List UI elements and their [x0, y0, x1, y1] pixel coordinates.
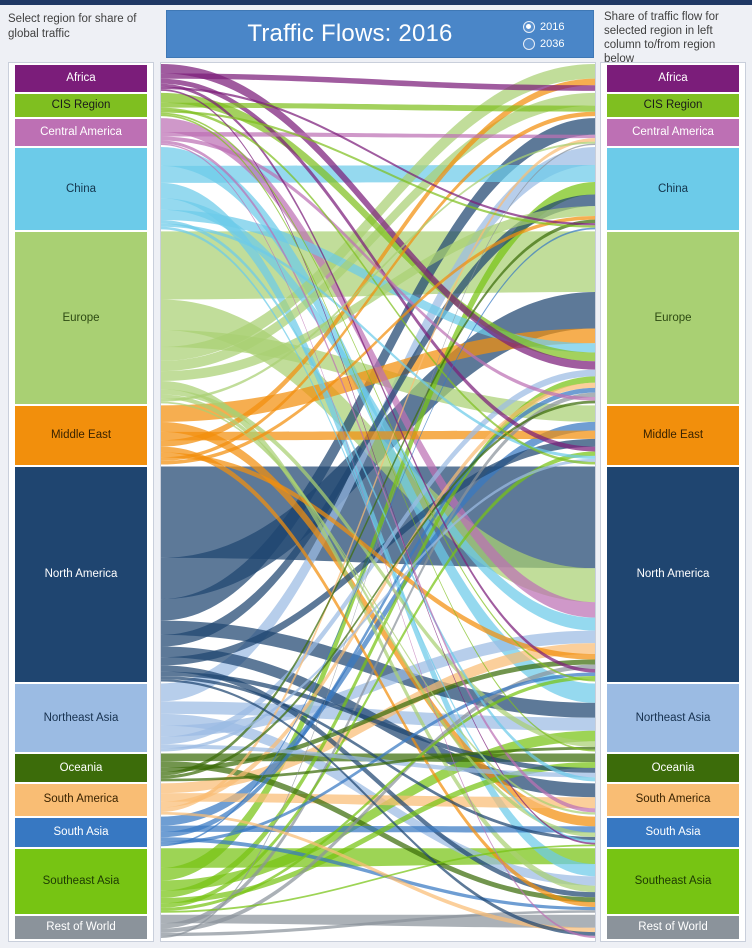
right-region-europe[interactable]: Europe [607, 232, 739, 405]
right-region-column: Africa CIS Region Central America China Euro… [600, 62, 746, 942]
left-region-label-china: China [65, 182, 97, 195]
right-region-south-asia[interactable]: South Asia [607, 817, 739, 848]
left-region-label-central-america: Central America [40, 126, 122, 139]
left-region-africa[interactable]: Africa [15, 65, 147, 92]
year-option-2016-label: 2016 [540, 20, 565, 33]
left-region-label-rest-of-world: Rest of World [46, 920, 116, 933]
left-region-label-south-america: South America [43, 793, 119, 806]
year-option-2036[interactable]: 2036 [523, 35, 585, 52]
radio-selected-icon [523, 20, 535, 33]
left-region-label-middle-east: Middle East [50, 429, 112, 442]
right-region-northeast-asia[interactable]: Northeast Asia [607, 684, 739, 753]
left-column-instruction: Select region for share of global traffi… [8, 13, 137, 40]
sankey-link-central-america-to-central-america[interactable] [161, 132, 595, 139]
right-region-label-central-america: Central America [632, 126, 714, 139]
radio-unselected-icon [523, 37, 535, 50]
left-region-north-america[interactable]: North America [15, 467, 147, 683]
left-region-label-northeast-asia: Northeast Asia [43, 711, 119, 724]
left-region-middle-east[interactable]: Middle East [15, 406, 147, 466]
right-region-africa[interactable]: Africa [607, 65, 739, 92]
right-region-label-europe: Europe [654, 311, 692, 324]
left-region-label-southeast-asia: Southeast Asia [42, 874, 120, 887]
right-column-instruction: Share of traffic flow for selected regio… [604, 11, 719, 65]
right-region-oceania[interactable]: Oceania [607, 754, 739, 783]
right-region-china[interactable]: China [607, 148, 739, 231]
title-bar: Traffic Flows: 2016 2016 2036 [166, 10, 594, 58]
left-region-label-cis-region: CIS Region [51, 99, 111, 111]
left-region-south-america[interactable]: South America [15, 784, 147, 816]
left-region-label-south-asia: South Asia [53, 825, 109, 838]
year-option-2036-label: 2036 [540, 37, 565, 50]
right-region-label-middle-east: Middle East [642, 429, 704, 442]
left-region-northeast-asia[interactable]: Northeast Asia [15, 684, 147, 753]
right-region-north-america[interactable]: North America [607, 467, 739, 683]
right-region-label-rest-of-world: Rest of World [638, 920, 708, 933]
right-region-middle-east[interactable]: Middle East [607, 406, 739, 466]
sankey-diagram [161, 64, 595, 938]
left-region-cis-region[interactable]: CIS Region [15, 93, 147, 118]
right-region-label-north-america: North America [636, 568, 710, 581]
left-region-oceania[interactable]: Oceania [15, 754, 147, 783]
right-region-cis-region[interactable]: CIS Region [607, 93, 739, 118]
year-option-2016[interactable]: 2016 [523, 18, 585, 35]
left-region-central-america[interactable]: Central America [15, 119, 147, 146]
left-region-europe[interactable]: Europe [15, 232, 147, 405]
right-region-label-oceania: Oceania [651, 761, 695, 774]
left-region-label-africa: Africa [66, 71, 96, 84]
right-region-label-china: China [657, 182, 689, 195]
right-region-label-south-america: South America [635, 793, 711, 806]
year-radio-group[interactable]: 2016 2036 [523, 18, 585, 52]
left-region-label-europe: Europe [62, 311, 100, 324]
left-region-column: Africa CIS Region Central America China Euro… [8, 62, 154, 942]
right-region-central-america[interactable]: Central America [607, 119, 739, 146]
left-region-label-oceania: Oceania [59, 761, 103, 774]
right-region-southeast-asia[interactable]: Southeast Asia [607, 849, 739, 914]
left-region-rest-of-world[interactable]: Rest of World [15, 915, 147, 939]
right-region-label-northeast-asia: Northeast Asia [635, 711, 711, 724]
left-region-label-north-america: North America [44, 568, 118, 581]
left-region-china[interactable]: China [15, 148, 147, 231]
left-region-south-asia[interactable]: South Asia [15, 817, 147, 848]
sankey-flow-panel [160, 62, 596, 942]
right-region-rest-of-world[interactable]: Rest of World [607, 915, 739, 939]
right-region-label-africa: Africa [658, 71, 688, 84]
left-region-southeast-asia[interactable]: Southeast Asia [15, 849, 147, 914]
right-region-label-south-asia: South Asia [645, 825, 701, 838]
traffic-flows-app: Select region for share of global traffi… [0, 0, 752, 948]
right-region-label-southeast-asia: Southeast Asia [634, 874, 712, 887]
right-region-label-cis-region: CIS Region [643, 99, 703, 111]
right-region-south-america[interactable]: South America [607, 784, 739, 816]
top-strip [0, 0, 752, 5]
